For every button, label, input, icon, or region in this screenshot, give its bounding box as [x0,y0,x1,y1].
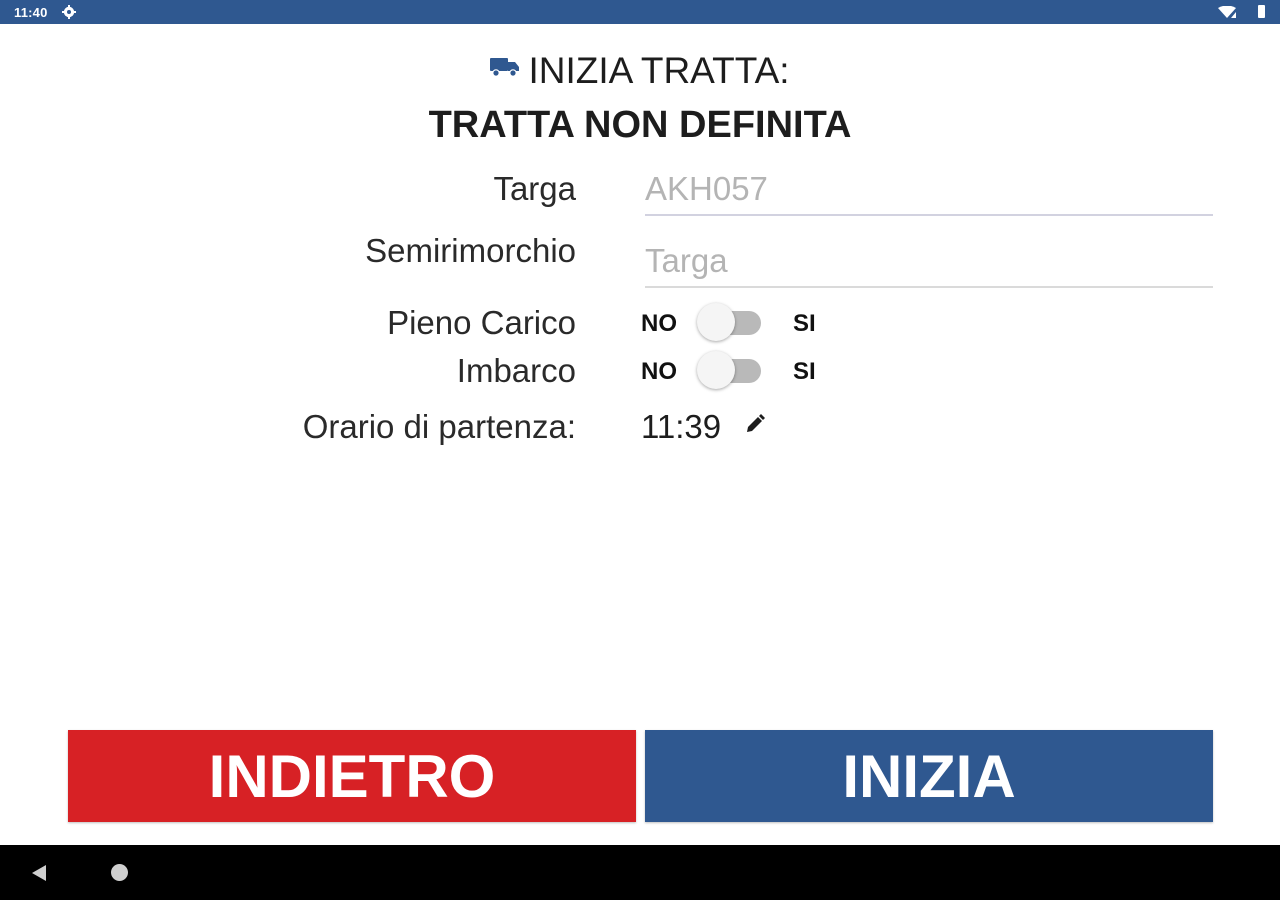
imbarco-label: Imbarco [456,352,576,389]
semirimorchio-input[interactable] [645,240,1213,288]
switch-thumb [697,303,735,341]
truck-icon [490,58,520,77]
signal-icon [1231,12,1236,18]
status-time: 11:40 [14,5,48,20]
back-triangle-icon[interactable] [30,863,48,883]
orario-partenza-label: Orario di partenza: [302,408,576,445]
page-title: INIZIA TRATTA: [0,50,1280,92]
imbarco-no-label: NO [641,358,677,385]
pencil-icon[interactable] [745,414,765,434]
orario-partenza-value[interactable]: 11:39 [641,408,721,446]
inizia-button[interactable]: INIZIA [645,730,1213,822]
nav-bar [0,845,1280,900]
route-name: TRATTA NON DEFINITA [428,104,852,146]
battery-icon [1258,5,1265,18]
pieno-carico-si-label: SI [793,310,816,337]
imbarco-si-label: SI [793,358,816,385]
pieno-carico-switch[interactable] [697,302,765,342]
status-bar: 11:40 [0,0,1280,24]
semirimorchio-label: Semirimorchio [365,232,576,269]
imbarco-switch[interactable] [697,350,765,390]
targa-label: Targa [493,170,576,207]
settings-gear-icon [62,5,76,19]
switch-thumb [697,351,735,389]
home-circle-icon[interactable] [111,864,128,881]
pieno-carico-label: Pieno Carico [387,304,576,341]
targa-input[interactable] [645,168,1213,216]
page-title-text: INIZIA TRATTA: [528,50,790,91]
pieno-carico-toggle-row: NO SI [641,302,841,342]
imbarco-toggle-row: NO SI [641,350,841,390]
pieno-carico-no-label: NO [641,310,677,337]
indietro-button[interactable]: INDIETRO [68,730,636,822]
wifi-icon [1218,6,1236,18]
